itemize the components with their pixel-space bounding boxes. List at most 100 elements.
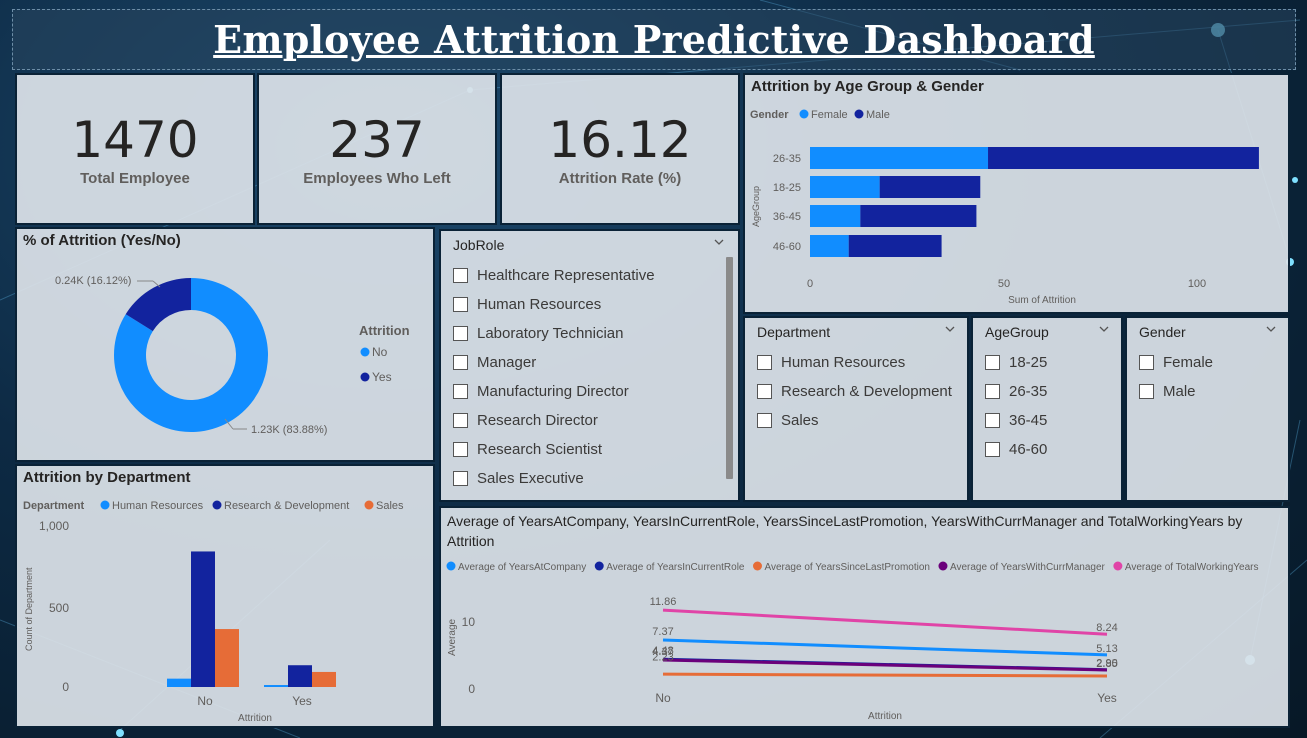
- donut-attrition-panel[interactable]: % of Attrition (Yes/No) 0.24K (16.12%) 1…: [15, 227, 435, 462]
- slicer-item[interactable]: Female: [1139, 348, 1274, 377]
- y-tick-1000: 1,000: [39, 519, 69, 533]
- bar-female-46-60[interactable]: [810, 235, 849, 257]
- agegroup-slicer[interactable]: AgeGroup 18-25 26-35 36-45 46-60: [971, 316, 1123, 502]
- slicer-item[interactable]: Human Resources: [453, 290, 724, 319]
- checkbox[interactable]: [757, 355, 772, 370]
- series-line-4[interactable]: [662, 608, 1108, 636]
- kpi-employees-who-left[interactable]: 237 Employees Who Left: [257, 73, 497, 225]
- slicer-item-label: Human Resources: [477, 296, 602, 313]
- slicer-item[interactable]: 46-60: [985, 435, 1107, 464]
- bar-research-development-yes[interactable]: [288, 665, 312, 687]
- legend-label-yes[interactable]: Yes: [372, 370, 392, 384]
- legend-label-2[interactable]: Average of YearsSinceLastPromotion: [764, 562, 929, 573]
- bar-human-resources-yes[interactable]: [264, 685, 288, 687]
- slicer-item[interactable]: Manufacturing Director: [453, 377, 724, 406]
- averages-line-panel[interactable]: Average of YearsAtCompany, YearsInCurren…: [439, 506, 1290, 728]
- legend-label-4[interactable]: Average of TotalWorkingYears: [1125, 562, 1259, 573]
- legend-label-sales[interactable]: Sales: [376, 500, 404, 512]
- bar-human-resources-no[interactable]: [167, 678, 191, 687]
- bar-male-26-35[interactable]: [988, 147, 1259, 169]
- checkbox[interactable]: [757, 384, 772, 399]
- bar-female-18-25[interactable]: [810, 176, 880, 198]
- slicer-item[interactable]: 36-45: [985, 406, 1107, 435]
- checkbox[interactable]: [453, 297, 468, 312]
- checkbox[interactable]: [453, 471, 468, 486]
- legend-label-1[interactable]: Average of YearsInCurrentRole: [606, 562, 745, 573]
- slicer-item[interactable]: Human Resources: [757, 348, 953, 377]
- chevron-down-icon[interactable]: [714, 237, 724, 247]
- chevron-down-icon[interactable]: [945, 324, 955, 334]
- age-gender-panel[interactable]: Attrition by Age Group & Gender Gender F…: [743, 73, 1290, 314]
- legend-label-0[interactable]: Average of YearsAtCompany: [458, 562, 586, 573]
- checkbox[interactable]: [1139, 355, 1154, 370]
- data-label-0-yes: 5.13: [1096, 643, 1117, 655]
- line-legend: Average of YearsAtCompany Average of Year…: [446, 561, 1259, 573]
- slicer-item[interactable]: Manager: [453, 348, 724, 377]
- gender-slicer[interactable]: Gender Female Male: [1125, 316, 1290, 502]
- kpi-value: 16.12: [548, 110, 692, 169]
- leader-line-yes-2: [152, 280, 161, 288]
- legend-label-3[interactable]: Average of YearsWithCurrManager: [950, 562, 1106, 573]
- slicer-item[interactable]: Sales: [757, 406, 953, 435]
- kpi-attrition-rate[interactable]: 16.12 Attrition Rate (%): [500, 73, 740, 225]
- checkbox[interactable]: [985, 355, 1000, 370]
- slicer-item[interactable]: 18-25: [985, 348, 1107, 377]
- bar-male-36-45[interactable]: [860, 205, 977, 227]
- dept-chart-panel[interactable]: Attrition by Department Department Human…: [15, 464, 435, 728]
- checkbox[interactable]: [453, 384, 468, 399]
- bar-male-46-60[interactable]: [848, 235, 942, 257]
- legend-dot-hr: [100, 500, 110, 510]
- jobrole-scrollbar[interactable]: [726, 257, 733, 479]
- slicer-item[interactable]: Research Director: [453, 406, 724, 435]
- checkbox[interactable]: [1139, 384, 1154, 399]
- slicer-item[interactable]: Sales Executive: [453, 464, 724, 493]
- legend-dot-4: [1113, 561, 1123, 571]
- series-line-3[interactable]: [662, 658, 1108, 672]
- bar-sales-yes[interactable]: [312, 671, 336, 687]
- kpi-label: Employees Who Left: [303, 169, 451, 187]
- slicer-item[interactable]: Laboratory Technician: [453, 319, 724, 348]
- chevron-down-icon[interactable]: [1266, 324, 1276, 334]
- legend-label-no[interactable]: No: [372, 345, 388, 359]
- chevron-down-icon[interactable]: [1099, 324, 1109, 334]
- checkbox[interactable]: [453, 413, 468, 428]
- slicer-item-label: Male: [1163, 383, 1196, 400]
- checkbox[interactable]: [453, 268, 468, 283]
- bar-research-development-no[interactable]: [191, 551, 215, 687]
- series-line-2[interactable]: [662, 672, 1108, 678]
- kpi-label: Total Employee: [80, 169, 190, 187]
- checkbox[interactable]: [985, 442, 1000, 457]
- age-gender-bar-chart: Gender Female Male AgeGroup 0 50 100 Sum…: [750, 109, 1259, 306]
- bar-female-36-45[interactable]: [810, 205, 861, 227]
- checkbox[interactable]: [453, 326, 468, 341]
- bar-sales-no[interactable]: [215, 629, 239, 687]
- jobrole-slicer[interactable]: JobRole Healthcare Representative Human R…: [439, 229, 740, 502]
- slicer-item-label: Sales Executive: [477, 470, 584, 487]
- series-line-0[interactable]: [662, 638, 1108, 657]
- slicer-item-label: Healthcare Representative: [477, 267, 655, 284]
- checkbox[interactable]: [757, 413, 772, 428]
- bar-female-26-35[interactable]: [810, 147, 989, 169]
- line-x-axis-label: Attrition: [868, 711, 902, 722]
- checkbox[interactable]: [985, 413, 1000, 428]
- slicer-item-label: 46-60: [1009, 441, 1048, 458]
- checkbox[interactable]: [985, 384, 1000, 399]
- checkbox[interactable]: [453, 442, 468, 457]
- department-slicer[interactable]: Department Human Resources Research & Dev…: [743, 316, 969, 502]
- legend-label-rd[interactable]: Research & Development: [224, 500, 349, 512]
- kpi-total-employee[interactable]: 1470 Total Employee: [15, 73, 255, 225]
- legend-label-male[interactable]: Male: [866, 109, 890, 121]
- legend-label-female[interactable]: Female: [811, 109, 848, 121]
- slicer-item[interactable]: Research Scientist: [453, 435, 724, 464]
- legend-label-hr[interactable]: Human Resources: [112, 500, 204, 512]
- slicer-item[interactable]: Male: [1139, 377, 1274, 406]
- slicer-item[interactable]: 26-35: [985, 377, 1107, 406]
- checkbox[interactable]: [453, 355, 468, 370]
- legend-dot-rd: [212, 500, 222, 510]
- slicer-item-label: 26-35: [1009, 383, 1048, 400]
- slicer-item[interactable]: Research & Development: [757, 377, 953, 406]
- slicer-item[interactable]: Healthcare Representative: [453, 261, 724, 290]
- bar-male-18-25[interactable]: [879, 176, 981, 198]
- legend-dot-yes: [360, 372, 370, 382]
- kpi-value: 1470: [71, 110, 199, 169]
